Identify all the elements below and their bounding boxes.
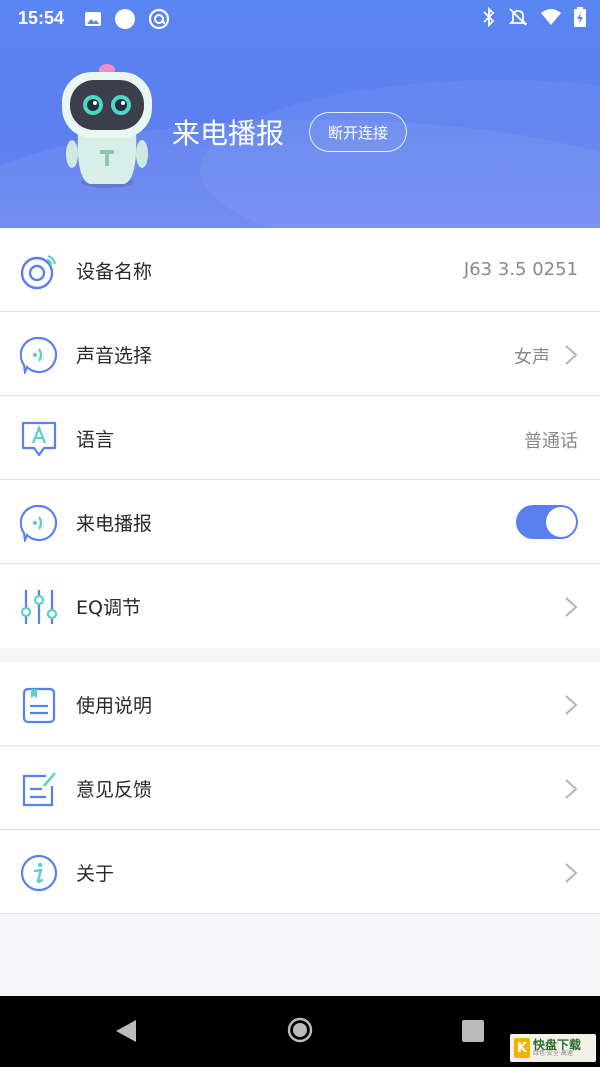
feedback-edit-icon: [22, 772, 56, 807]
wifi-icon: [541, 9, 561, 25]
setting-value: 普通话: [524, 431, 578, 452]
watermark: K 快盘下载 绿色·安全·高速: [510, 1034, 596, 1062]
device-title: 来电播报: [172, 117, 285, 150]
setting-call-announce: 来电播报: [0, 480, 600, 564]
more-list: 使用说明 意见反馈 关于: [0, 662, 600, 914]
disconnect-button[interactable]: 断开连接: [309, 112, 407, 152]
manual-icon: [22, 687, 56, 724]
menu-label: 意见反馈: [76, 779, 153, 801]
setting-device-name[interactable]: 设备名称 J63 3.5 0251: [0, 228, 600, 312]
chevron-right-icon: [565, 345, 578, 365]
setting-label: 设备名称: [76, 261, 153, 283]
menu-feedback[interactable]: 意见反馈: [0, 746, 600, 830]
setting-eq[interactable]: EQ调节: [0, 564, 600, 648]
header-wave: [200, 80, 600, 228]
battery-icon: [574, 7, 586, 27]
device-signal-icon: [20, 254, 57, 290]
recents-icon[interactable]: [462, 1020, 484, 1042]
back-icon[interactable]: [114, 1018, 138, 1044]
status-bar: 15:54: [0, 0, 600, 36]
menu-label: 关于: [76, 863, 115, 885]
at-sign-icon: [148, 8, 170, 30]
menu-label: 使用说明: [76, 695, 153, 717]
image-icon: [85, 12, 101, 26]
menu-about[interactable]: 关于: [0, 830, 600, 914]
language-a-icon: [21, 421, 57, 457]
voice-bubble-icon: [20, 336, 58, 374]
setting-language[interactable]: 语言 普通话: [0, 396, 600, 480]
call-announce-toggle[interactable]: [516, 505, 578, 539]
setting-label: 来电播报: [76, 513, 153, 535]
settings-list: 设备名称 J63 3.5 0251 声音选择 女声 语言 普通话 来电播报 EQ…: [0, 228, 600, 648]
setting-label: 声音选择: [76, 345, 153, 367]
setting-label: 语言: [76, 429, 115, 451]
eq-sliders-icon: [20, 590, 58, 624]
menu-instructions[interactable]: 使用说明: [0, 662, 600, 746]
bluetooth-icon: [483, 7, 495, 27]
toggle-knob: [546, 507, 576, 537]
header: 15:54 来电播报 断开连接: [0, 0, 600, 228]
watermark-logo: K: [514, 1038, 530, 1058]
chevron-right-icon: [565, 863, 578, 883]
info-icon: [20, 854, 58, 892]
setting-value: 女声: [514, 347, 550, 368]
robot-avatar: [62, 64, 152, 188]
chevron-right-icon: [565, 597, 578, 617]
circle-icon: [115, 9, 135, 29]
setting-value: J63 3.5 0251: [463, 259, 578, 280]
home-icon[interactable]: [287, 1017, 313, 1043]
voice-bubble-icon: [20, 504, 58, 542]
status-time: 15:54: [18, 8, 65, 28]
muted-bell-icon: [508, 8, 528, 26]
setting-voice[interactable]: 声音选择 女声: [0, 312, 600, 396]
chevron-right-icon: [565, 779, 578, 799]
chevron-right-icon: [565, 695, 578, 715]
setting-label: EQ调节: [76, 597, 141, 619]
